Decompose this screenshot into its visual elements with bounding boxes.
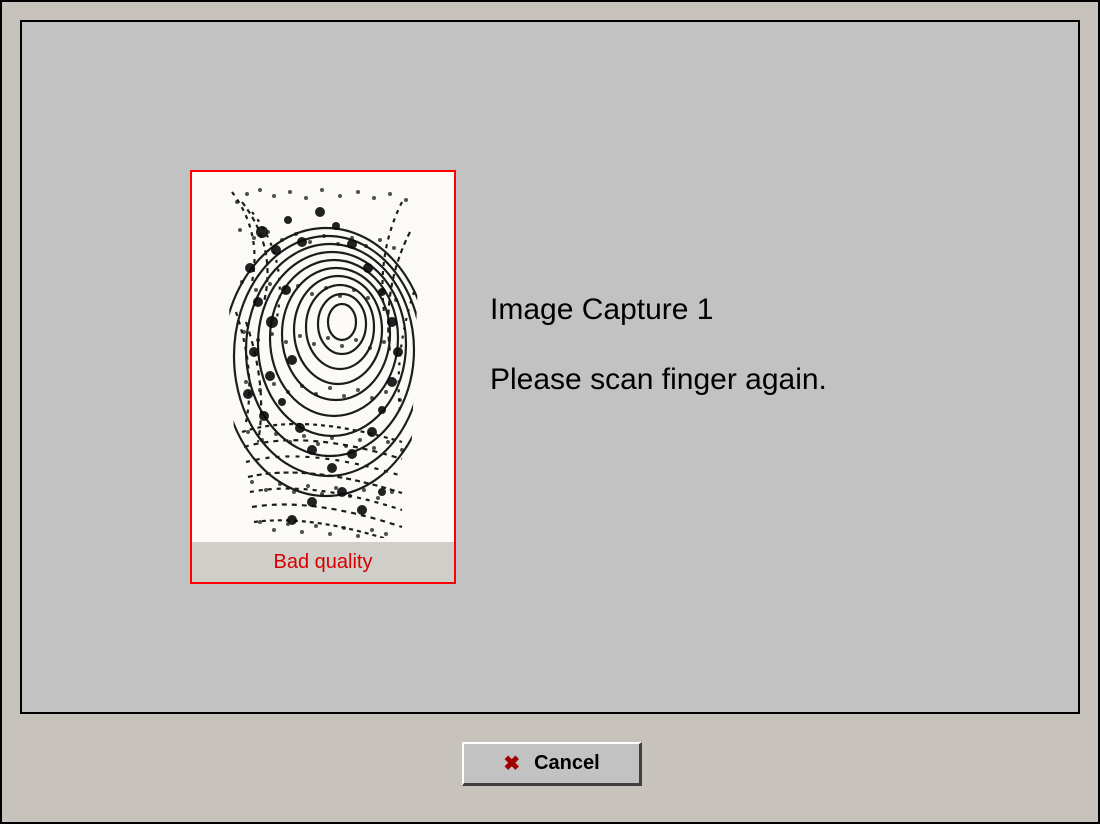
capture-message: Image Capture 1 Please scan finger again…	[490, 292, 827, 398]
capture-instruction: Please scan finger again.	[490, 362, 827, 398]
quality-status-label: Bad quality	[192, 551, 454, 574]
fingerprint-image	[192, 172, 454, 542]
cancel-button-label: Cancel	[534, 752, 600, 775]
fingerprint-card: Bad quality	[190, 170, 456, 584]
capture-dialog: Bad quality Image Capture 1 Please scan …	[20, 20, 1080, 714]
close-icon: ✖	[503, 754, 520, 774]
capture-title: Image Capture 1	[490, 292, 827, 328]
cancel-button[interactable]: ✖ Cancel	[462, 742, 642, 786]
fingerprint-icon	[192, 172, 454, 542]
